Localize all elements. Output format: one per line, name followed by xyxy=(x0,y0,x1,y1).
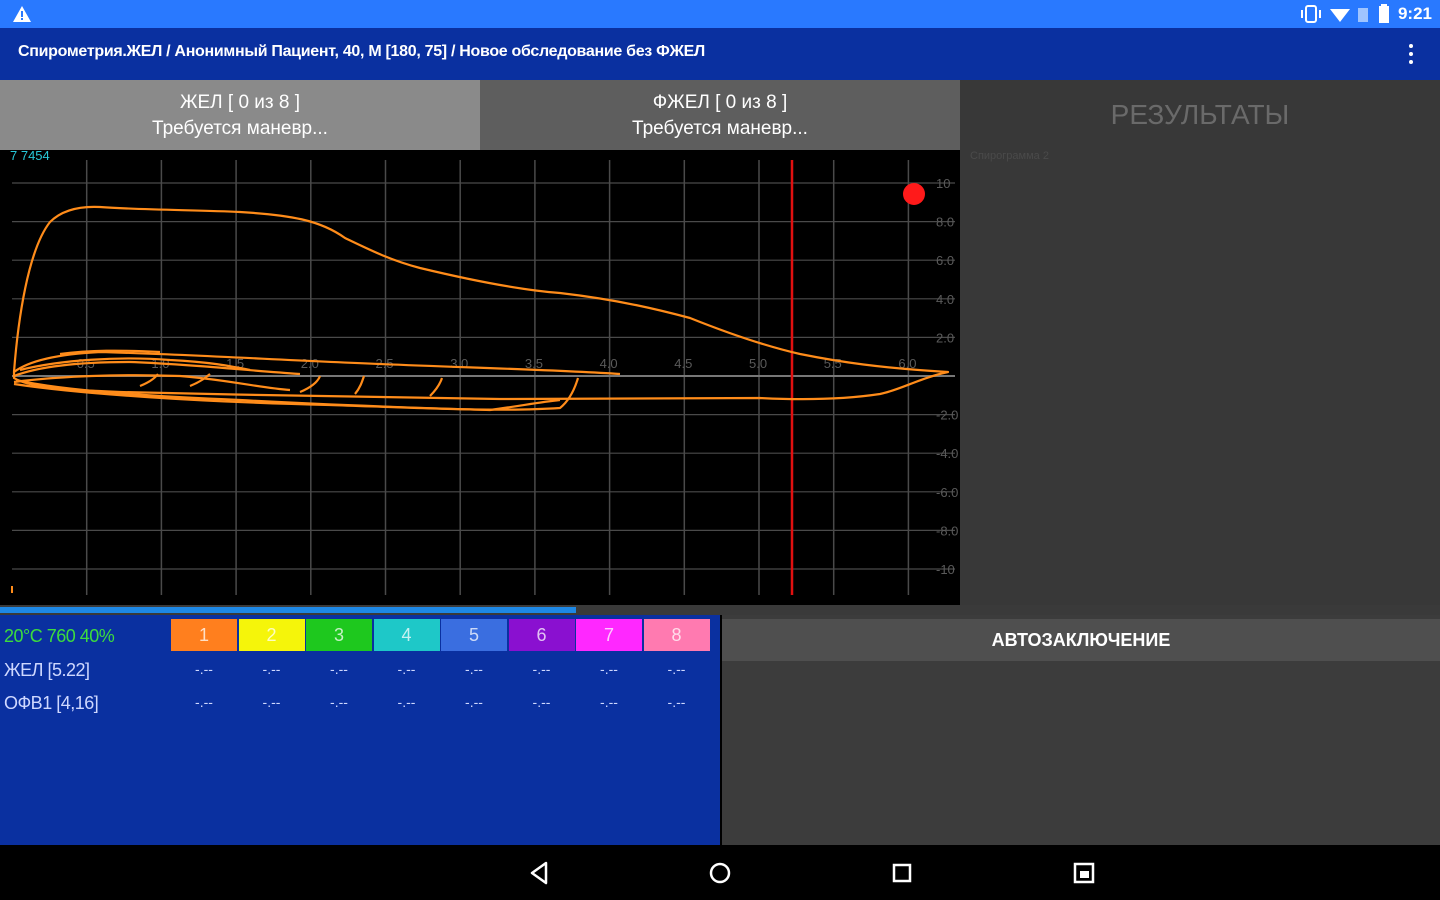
attempt-1[interactable]: 1 xyxy=(171,619,237,651)
navigation-bar xyxy=(0,845,1440,900)
y-tick-label: 2.0 xyxy=(936,330,954,345)
table-cell: -.-- xyxy=(262,661,281,677)
y-tick-label: 8.0 xyxy=(936,215,954,230)
table-cell: -.-- xyxy=(397,661,416,677)
tab-results[interactable]: РЕЗУЛЬТАТЫ xyxy=(960,80,1440,150)
y-tick-label: 4.0 xyxy=(936,292,954,307)
spirogram-curve xyxy=(354,375,366,395)
attempt-6[interactable]: 6 xyxy=(508,619,575,651)
status-bar: 9:21 xyxy=(0,0,1440,28)
spirogram-chart[interactable]: 0.5 1.0 1.5 2.0 2.5 3.0 3.5 4.0 4.5 5.0 5.5 6.0 10 8.… xyxy=(0,148,960,605)
breadcrumb: Спирометрия.ЖЕЛ / Анонимный Пациент, 40,… xyxy=(18,43,705,60)
results-caption: Спирограмма 2 xyxy=(970,150,1049,162)
y-tick-label: 6.0 xyxy=(936,253,954,268)
tab-vc[interactable]: ЖЕЛ [ 0 из 8 ] Требуется маневр... xyxy=(0,80,480,150)
table-header-row: 20°C 760 40% 12345678 xyxy=(0,619,720,651)
table-cell: -.-- xyxy=(195,661,213,677)
tab-results-label: РЕЗУЛЬТАТЫ xyxy=(1110,99,1290,130)
panel-divider xyxy=(0,605,1440,615)
y-tick-label: -4.0 xyxy=(936,446,958,461)
table-row-fev1: ОФВ1 [4,16] -.-- -.-- -.-- -.-- -.-- -.-- -.--… xyxy=(0,686,720,718)
autoconclusion-panel: АВТОЗАКЛЮЧЕНИЕ xyxy=(722,615,1440,845)
table-cell: -.-- xyxy=(330,661,348,677)
x-tick-label: 4.5 xyxy=(674,356,692,371)
tab-fvc-status: Требуется маневр... xyxy=(632,118,808,139)
x-tick-label: 4.0 xyxy=(600,356,618,371)
table-cell: -.-- xyxy=(330,694,348,710)
x-tick-label: 3.0 xyxy=(450,356,468,371)
spirogram-curve xyxy=(429,377,444,397)
tab-fvc[interactable]: ФЖЕЛ [ 0 из 8 ] Требуется маневр... xyxy=(480,80,960,150)
x-tick-label: 5.0 xyxy=(749,356,767,371)
app-bar: Спирометрия.ЖЕЛ / Анонимный Пациент, 40,… xyxy=(0,28,1440,80)
x-tick-label: 2.0 xyxy=(301,356,319,371)
progress-bar xyxy=(0,607,576,613)
vibrate-icon xyxy=(1300,5,1321,23)
table-cell: -.-- xyxy=(465,694,483,710)
attempt-8[interactable]: 8 xyxy=(643,619,710,651)
table-cell: -.-- xyxy=(262,694,281,710)
results-panel: Спирограмма 2 xyxy=(960,150,1440,605)
table-cell: -.-- xyxy=(465,661,483,677)
attempt-2[interactable]: 2 xyxy=(238,619,305,651)
tab-vc-status: Требуется маневр... xyxy=(152,118,328,139)
signal-icon xyxy=(1357,8,1368,22)
tab-bar: ЖЕЛ [ 0 из 8 ] Требуется маневр... ФЖЕЛ … xyxy=(0,80,1440,150)
spirogram-curve xyxy=(299,375,322,394)
back-icon[interactable] xyxy=(526,859,554,887)
table-cell: -.-- xyxy=(600,661,618,677)
table-row-vc: ЖЕЛ [5.22] -.-- -.-- -.-- -.-- -.-- -.-- -.-- -… xyxy=(0,653,720,685)
attempt-5[interactable]: 5 xyxy=(441,619,507,651)
table-cell: -.-- xyxy=(195,694,213,710)
split-screen-icon[interactable] xyxy=(1070,859,1098,887)
warning-icon xyxy=(13,6,31,22)
table-cell: -.-- xyxy=(667,661,686,677)
y-tick-label: -6.0 xyxy=(936,485,958,500)
home-icon[interactable] xyxy=(706,859,734,887)
attempt-3[interactable]: 3 xyxy=(306,619,372,651)
table-cell: -.-- xyxy=(667,694,686,710)
table-cell: -.-- xyxy=(397,694,416,710)
spirogram-svg: 0.5 1.0 1.5 2.0 2.5 3.0 3.5 4.0 4.5 5.0 5.5 6.0108.… xyxy=(11,160,958,595)
row-label-fev1: ОФВ1 [4,16] xyxy=(4,693,99,713)
chart-corner-label: 7 7454 xyxy=(10,148,50,163)
clock: 9:21 xyxy=(1397,4,1432,23)
table-cell: -.-- xyxy=(600,694,618,710)
table-cell: -.-- xyxy=(532,661,551,677)
tab-fvc-title: ФЖЕЛ [ 0 из 8 ] xyxy=(652,92,788,113)
battery-icon xyxy=(1378,4,1389,23)
wifi-icon xyxy=(1329,9,1350,22)
y-tick-label: -2.0 xyxy=(936,408,958,423)
recents-icon[interactable] xyxy=(888,859,916,887)
y-tick-label: -8.0 xyxy=(936,523,958,538)
live-marker xyxy=(903,183,925,205)
tab-vc-title: ЖЕЛ [ 0 из 8 ] xyxy=(179,92,301,113)
environment-conditions: 20°C 760 40% xyxy=(4,626,115,646)
table-cell: -.-- xyxy=(532,694,551,710)
more-vert-icon[interactable] xyxy=(1406,42,1416,66)
row-label-vc: ЖЕЛ [5.22] xyxy=(4,660,90,680)
attempts-table: 20°C 760 40% 12345678 ЖЕЛ [5.22] -.-- -.-… xyxy=(0,615,720,845)
attempt-7[interactable]: 7 xyxy=(576,619,642,651)
y-tick-label: 10 xyxy=(936,176,950,191)
attempt-4[interactable]: 4 xyxy=(373,619,440,651)
y-tick-label: -10 xyxy=(936,562,955,577)
autoconclusion-title: АВТОЗАКЛЮЧЕНИЕ xyxy=(722,619,1440,661)
spirogram-curve xyxy=(13,377,580,411)
